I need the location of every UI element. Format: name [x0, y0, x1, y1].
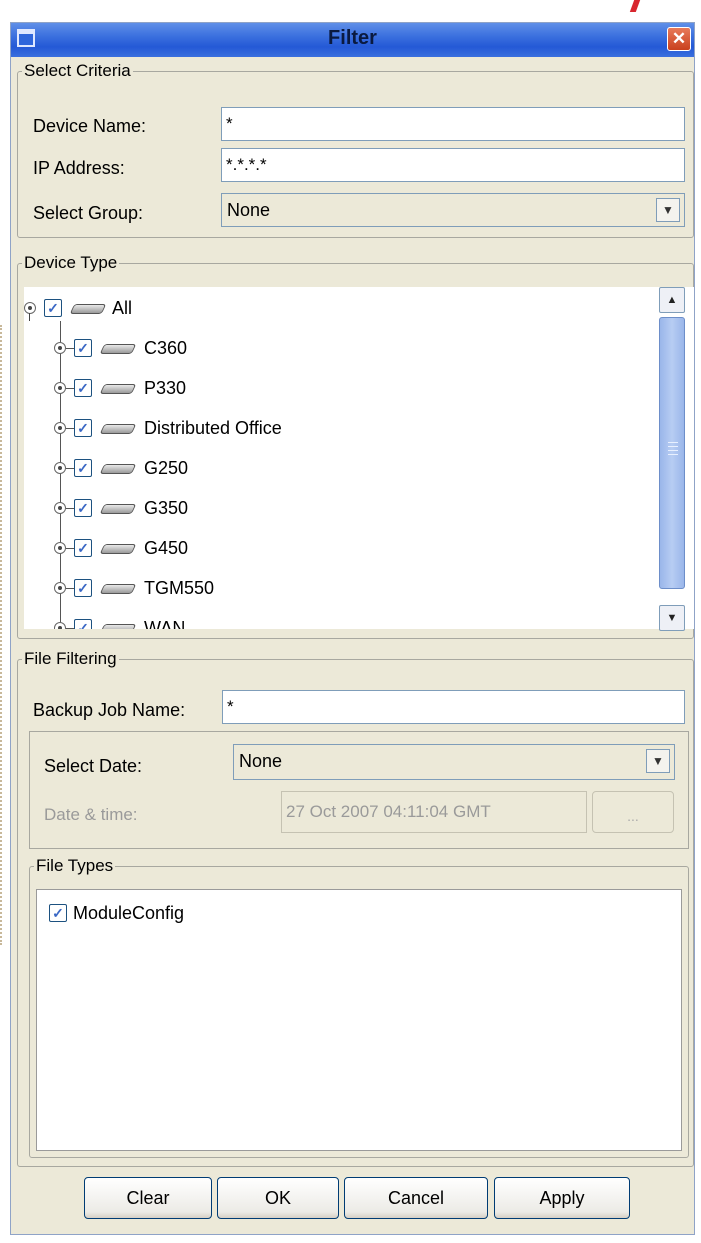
tree-node-distributed-office[interactable]: ✓ Distributed Office — [54, 417, 454, 441]
tree-node-label: C360 — [144, 338, 188, 358]
tree-node-label: WAN — [144, 618, 186, 629]
select-group-label: Select Group: — [33, 203, 144, 223]
page-margin-decoration — [0, 325, 5, 945]
checkbox-all[interactable]: ✓ — [44, 299, 62, 317]
title-bar[interactable]: Filter ✕ — [11, 23, 694, 57]
file-type-item[interactable]: ModuleConfig ✓ ModuleConfig — [49, 902, 349, 926]
arrow-down-icon: ▼ — [666, 612, 678, 624]
tree-node-label: G350 — [144, 498, 189, 518]
checkbox-c360[interactable]: ✓ — [74, 339, 92, 357]
device-icon — [99, 384, 137, 394]
expand-icon[interactable] — [54, 462, 66, 474]
device-name-label: Device Name: — [33, 116, 147, 136]
checkbox-p330[interactable]: ✓ — [74, 379, 92, 397]
checkbox-distributed-office[interactable]: ✓ — [74, 419, 92, 437]
device-icon — [99, 544, 137, 554]
tree-node-c360[interactable]: ✓ C360 — [54, 337, 454, 361]
chevron-down-icon[interactable]: ▼ — [646, 749, 670, 773]
chevron-down-icon[interactable]: ▼ — [656, 198, 680, 222]
expand-icon[interactable] — [54, 622, 66, 629]
close-button[interactable]: ✕ — [667, 27, 691, 51]
file-type-label: ModuleConfig — [73, 903, 185, 923]
device-icon — [69, 304, 107, 314]
cancel-button[interactable]: Cancel — [344, 1177, 488, 1219]
close-icon: ✕ — [671, 29, 687, 48]
expand-icon[interactable] — [54, 342, 66, 354]
tree-node-label: G450 — [144, 538, 189, 558]
ip-address-input[interactable] — [221, 148, 685, 182]
date-time-label: Date & time: — [44, 805, 138, 824]
tree-node-label: Distributed Office — [144, 418, 282, 438]
checkbox-tgm550[interactable]: ✓ — [74, 579, 92, 597]
ip-address-label: IP Address: — [33, 158, 125, 178]
tree-node-g450[interactable]: ✓ G450 — [54, 537, 454, 561]
tree-node-label: All — [112, 298, 133, 318]
tree-node-all[interactable]: ✓ All — [24, 297, 324, 321]
device-icon — [99, 504, 137, 514]
expand-icon[interactable] — [54, 502, 66, 514]
file-types-list: ModuleConfig ✓ ModuleConfig — [36, 889, 682, 1151]
device-icon — [99, 584, 137, 594]
checkbox-moduleconfig-mark[interactable]: ✓ — [49, 904, 67, 922]
select-date-value: None — [239, 751, 283, 771]
tree-node-tgm550[interactable]: ✓ TGM550 — [54, 577, 454, 601]
tree-node-label: G250 — [144, 458, 189, 478]
expand-icon[interactable] — [54, 542, 66, 554]
red-mark — [629, 0, 641, 12]
select-criteria-legend: Select Criteria — [24, 61, 131, 80]
file-filtering-legend: File Filtering — [24, 649, 117, 668]
tree-node-label: P330 — [144, 378, 187, 398]
device-type-legend: Device Type — [24, 253, 118, 272]
tree-node-p330[interactable]: ✓ P330 — [54, 377, 454, 401]
expand-icon[interactable] — [54, 582, 66, 594]
tree-node-label: TGM550 — [144, 578, 215, 598]
apply-button[interactable]: Apply — [494, 1177, 630, 1219]
select-group-value: None — [227, 200, 271, 220]
expand-icon[interactable] — [54, 382, 66, 394]
device-type-tree[interactable]: ✓ All ✓ C360 ✓ P330 ✓ Distributed Office — [24, 287, 694, 629]
checkbox-g450[interactable]: ✓ — [74, 539, 92, 557]
ok-button[interactable]: OK — [217, 1177, 339, 1219]
checkbox-wan[interactable]: ✓ — [74, 619, 92, 629]
tree-node-wan[interactable]: ✓ WAN — [54, 617, 454, 629]
device-icon — [99, 424, 137, 434]
dialog-title: Filter — [328, 27, 377, 49]
expand-icon[interactable] — [24, 302, 36, 314]
select-date-label: Select Date: — [44, 756, 143, 776]
select-date-combo[interactable]: None ▼ — [233, 744, 675, 780]
device-icon — [99, 344, 137, 354]
expand-icon[interactable] — [54, 422, 66, 434]
scrollbar-thumb[interactable] — [659, 317, 685, 589]
scroll-up-button[interactable]: ▲ — [659, 287, 685, 313]
date-time-input[interactable] — [281, 791, 587, 833]
device-name-input[interactable] — [221, 107, 685, 141]
tree-node-g250[interactable]: ✓ G250 — [54, 457, 454, 481]
device-icon — [99, 464, 137, 474]
filter-dialog: Filter ✕ Select Criteria Device Name: IP… — [10, 22, 695, 1235]
backup-job-name-input[interactable] — [222, 690, 685, 724]
file-types-legend: File Types — [36, 856, 114, 875]
date-picker-button[interactable]: ... — [592, 791, 674, 833]
device-icon — [99, 624, 137, 629]
tree-node-g350[interactable]: ✓ G350 — [54, 497, 454, 521]
backup-job-name-label: Backup Job Name: — [33, 700, 186, 720]
checkbox-g250[interactable]: ✓ — [74, 459, 92, 477]
clear-button[interactable]: Clear — [84, 1177, 212, 1219]
arrow-up-icon: ▲ — [666, 294, 678, 306]
checkbox-g350[interactable]: ✓ — [74, 499, 92, 517]
scroll-down-button[interactable]: ▼ — [659, 605, 685, 631]
select-group-combo[interactable]: None ▼ — [221, 193, 685, 227]
